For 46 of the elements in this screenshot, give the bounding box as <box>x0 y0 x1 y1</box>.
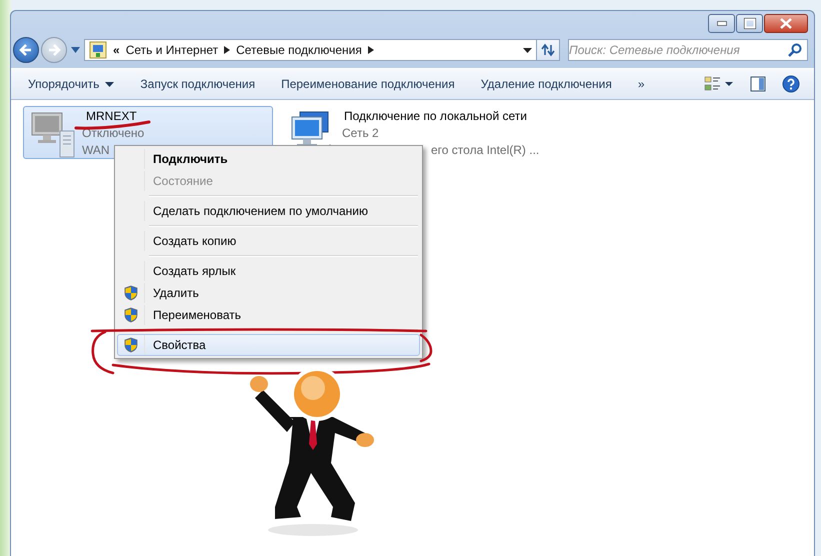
address-bar[interactable]: « Сеть и Интернет Сетевые подключения <box>84 39 537 61</box>
toolbar-button[interactable]: Удаление подключения <box>468 73 625 95</box>
toolbar-button[interactable]: Переименование подключения <box>268 73 468 95</box>
menu-item[interactable]: Свойства <box>117 334 420 356</box>
breadcrumb-item[interactable]: Сетевые подключения <box>236 43 362 57</box>
history-dropdown-icon[interactable] <box>71 47 80 53</box>
connection-device: его стола Intel(R) ... <box>431 143 540 157</box>
dropdown-arrow-icon[interactable] <box>523 48 532 52</box>
toolbar-button[interactable]: Упорядочить <box>15 73 128 95</box>
minimize-button[interactable] <box>708 14 735 33</box>
close-button[interactable] <box>764 14 808 33</box>
back-arrow-icon <box>18 42 34 58</box>
refresh-arrows-icon <box>540 43 556 57</box>
menu-item[interactable]: Сделать подключением по умолчанию <box>117 200 420 222</box>
connection-name: Подключение по локальной сети <box>344 109 528 123</box>
back-button[interactable] <box>13 37 39 63</box>
preview-pane-icon <box>750 76 766 92</box>
close-icon <box>780 18 792 29</box>
maximize-button[interactable] <box>736 14 763 33</box>
connection-device: WAN <box>82 143 111 157</box>
view-options-icon <box>704 75 734 93</box>
forward-arrow-icon <box>46 42 62 58</box>
chevron-right-icon[interactable] <box>368 46 374 54</box>
shield-icon <box>124 337 138 353</box>
shield-icon <box>124 285 138 301</box>
maximize-icon <box>744 18 756 29</box>
overflow-chevron[interactable]: « <box>113 43 120 57</box>
connection-status: Сеть 2 <box>342 126 380 140</box>
menu-item[interactable]: Создать ярлык <box>117 260 420 282</box>
shield-icon <box>124 307 138 323</box>
breadcrumb-item[interactable]: Сеть и Интернет <box>126 43 218 57</box>
connection-status: Отключено <box>82 126 144 140</box>
menu-item[interactable]: Удалить <box>117 282 420 304</box>
search-field[interactable]: Поиск: Сетевые подключения <box>568 39 808 61</box>
menu-item[interactable]: Создать копию <box>117 230 420 252</box>
toolbar-button[interactable]: Запуск подключения <box>127 73 268 95</box>
network-folder-icon <box>89 41 107 59</box>
help-icon <box>782 75 800 93</box>
connection-name: MRNEXT <box>86 109 138 123</box>
refresh-button[interactable] <box>536 39 560 61</box>
caret-icon <box>105 82 114 86</box>
chevron-right-icon[interactable] <box>224 46 230 54</box>
toolbar-button[interactable]: » <box>624 73 658 95</box>
menu-item[interactable]: Переименовать <box>117 304 420 326</box>
search-icon <box>788 43 802 57</box>
minimize-icon <box>716 21 726 26</box>
